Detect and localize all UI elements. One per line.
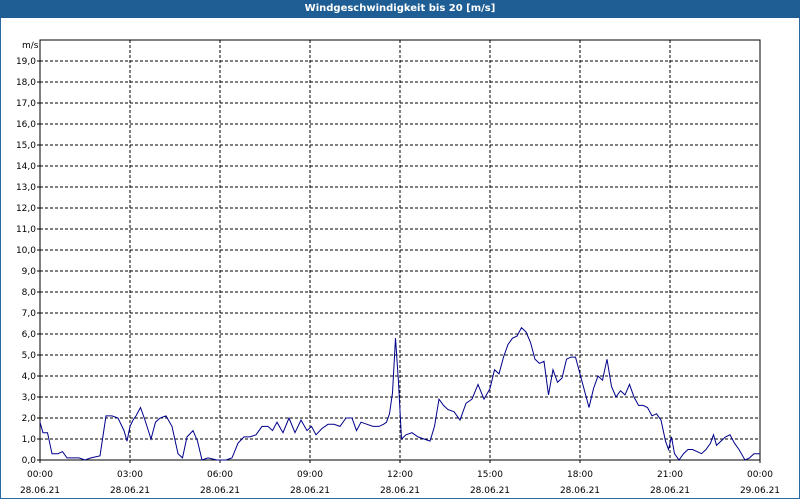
y-tick-label: 6,0 xyxy=(22,330,37,340)
x-tick-time-label: 06:00 xyxy=(207,470,233,480)
y-tick-label: 4,0 xyxy=(22,372,37,382)
x-tick-time-label: 18:00 xyxy=(567,470,593,480)
y-tick-label: 16,0 xyxy=(16,120,36,130)
x-tick-time-label: 00:00 xyxy=(747,470,773,480)
x-tick-date-label: 28.06.21 xyxy=(650,486,690,496)
x-tick-time-label: 03:00 xyxy=(117,470,143,480)
y-tick-label: 2,0 xyxy=(22,414,37,424)
wind-speed-chart: m/s 0,0 1,0 2,0 3,0 4,0 5,0 6,0 7,0 8,0 9,0 10,0 11… xyxy=(16,39,780,496)
y-tick-label: 9,0 xyxy=(22,267,37,277)
y-tick-label: 13,0 xyxy=(16,183,36,193)
y-tick-label: 19,0 xyxy=(16,57,36,67)
y-tick-label: 17,0 xyxy=(16,99,36,109)
x-tick-time-label: 12:00 xyxy=(387,470,413,480)
y-tick-label: 10,0 xyxy=(16,246,36,256)
y-tick-label: 7,0 xyxy=(22,309,37,319)
x-tick-date-label: 28.06.21 xyxy=(290,486,330,496)
x-tick-time-label: 00:00 xyxy=(27,470,53,480)
y-tick-label: 5,0 xyxy=(22,351,37,361)
x-tick-date-label: 28.06.21 xyxy=(200,486,240,496)
y-tick-label: 1,0 xyxy=(22,435,37,445)
y-tick-label: 11,0 xyxy=(16,225,36,235)
x-tick-date-label: 29.06.21 xyxy=(740,486,780,496)
y-axis-unit-label: m/s xyxy=(22,41,39,51)
x-tick-time-label: 21:00 xyxy=(657,470,683,480)
y-tick-label: 0,0 xyxy=(22,456,37,466)
x-tick-date-label: 28.06.21 xyxy=(470,486,510,496)
x-tick-time-label: 15:00 xyxy=(477,470,503,480)
y-tick-label: 14,0 xyxy=(16,162,36,172)
y-tick-label: 18,0 xyxy=(16,78,36,88)
x-tick-date-label: 28.06.21 xyxy=(20,486,60,496)
x-tick-date-label: 28.06.21 xyxy=(380,486,420,496)
x-tick-date-label: 28.06.21 xyxy=(110,486,150,496)
y-tick-label: 3,0 xyxy=(22,393,37,403)
x-tick-time-label: 09:00 xyxy=(297,470,323,480)
x-tick-date-label: 28.06.21 xyxy=(560,486,600,496)
y-tick-label: 12,0 xyxy=(16,204,36,214)
y-tick-label: 15,0 xyxy=(16,141,36,151)
y-tick-label: 8,0 xyxy=(22,288,37,298)
